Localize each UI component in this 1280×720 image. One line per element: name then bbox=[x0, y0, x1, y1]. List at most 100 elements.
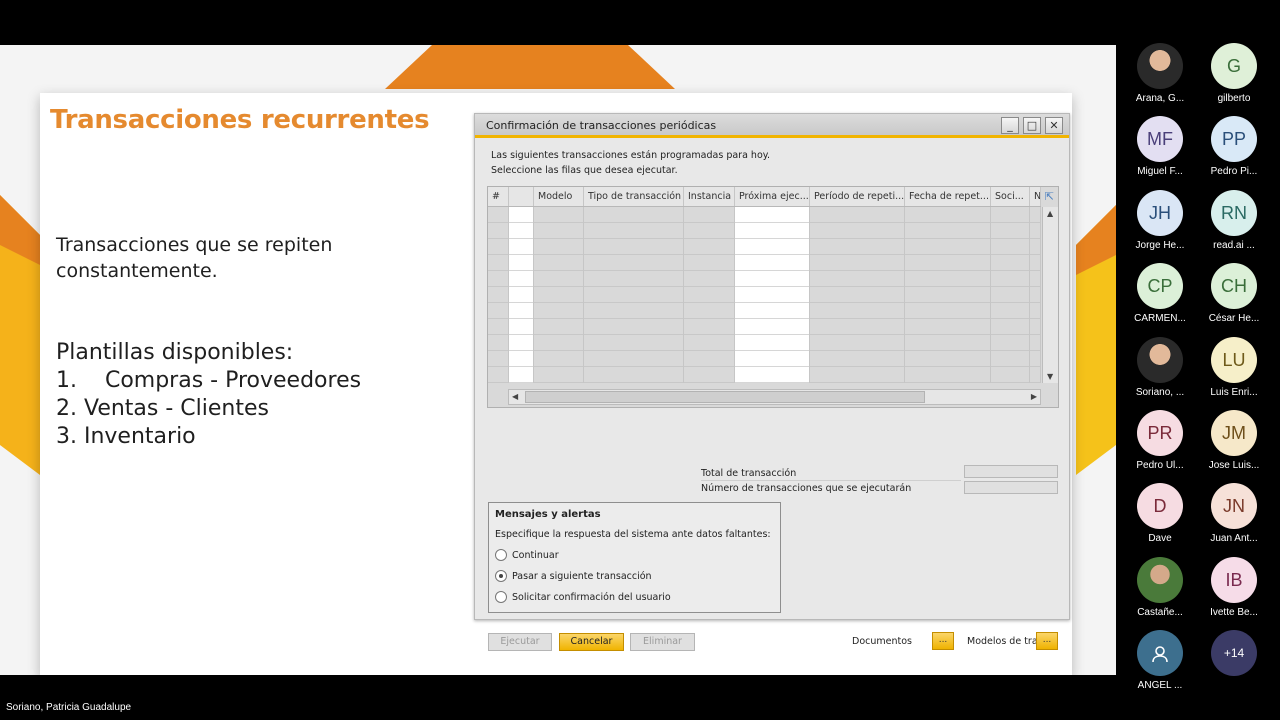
periodic-transactions-dialog: Confirmación de transacciones periódicas… bbox=[474, 113, 1070, 651]
radio-request-confirmation[interactable]: Solicitar confirmación del usuario bbox=[495, 591, 671, 603]
radio-continue[interactable]: Continuar bbox=[495, 549, 559, 561]
scroll-left-icon[interactable]: ◀ bbox=[512, 392, 518, 401]
participant-name: Pedro Pi... bbox=[1210, 166, 1258, 178]
execute-button[interactable]: Ejecutar bbox=[488, 633, 552, 651]
messages-title: Mensajes y alertas bbox=[495, 509, 601, 520]
template-item: 3. Inventario bbox=[56, 424, 196, 449]
participant-tile[interactable]: RN read.ai ... bbox=[1190, 189, 1270, 260]
column-header[interactable]: Soci... bbox=[991, 187, 1030, 206]
close-button[interactable]: ✕ bbox=[1045, 117, 1063, 134]
scroll-up-icon[interactable]: ▲ bbox=[1047, 209, 1053, 218]
participant-tile[interactable]: CH César He... bbox=[1190, 263, 1270, 333]
participant-tile[interactable]: Castañe... bbox=[1116, 556, 1196, 627]
messages-alerts-group: Mensajes y alertas Especifique la respue… bbox=[488, 502, 781, 613]
total-label: Total de transacción bbox=[701, 468, 797, 479]
slide-body-text: Transacciones que se repiten constanteme… bbox=[56, 234, 333, 282]
horizontal-scrollbar[interactable]: ◀ ▶ bbox=[508, 389, 1041, 405]
participant-tile[interactable]: D Dave bbox=[1116, 483, 1196, 553]
participant-tile[interactable]: MF Miguel F... bbox=[1116, 116, 1196, 186]
divider bbox=[701, 480, 961, 481]
scroll-right-icon[interactable]: ▶ bbox=[1031, 392, 1037, 401]
cancel-button[interactable]: Cancelar bbox=[559, 633, 624, 651]
participant-tile[interactable]: +14 bbox=[1190, 630, 1270, 700]
participant-name: Jose Luis... bbox=[1208, 460, 1260, 471]
scroll-down-icon[interactable]: ▼ bbox=[1047, 372, 1053, 381]
messages-subtitle: Especifique la respuesta del sistema ant… bbox=[495, 529, 771, 540]
avatar: LU bbox=[1211, 336, 1257, 383]
radio-icon[interactable] bbox=[495, 549, 507, 561]
avatar: JN bbox=[1211, 483, 1257, 530]
grid-column bbox=[991, 207, 1030, 383]
grid-column bbox=[584, 207, 684, 383]
expand-icon[interactable]: ⇱ bbox=[1045, 190, 1054, 203]
column-header[interactable] bbox=[509, 187, 534, 206]
participant-tile[interactable]: JH Jorge He... bbox=[1116, 189, 1196, 260]
avatar: D bbox=[1137, 483, 1183, 530]
grid-column bbox=[509, 207, 534, 383]
column-header[interactable]: Fecha de repet... bbox=[905, 187, 991, 206]
presenter-name: Soriano, Patricia Guadalupe bbox=[6, 702, 132, 713]
participant-tile[interactable]: IB Ivette Be... bbox=[1190, 556, 1270, 627]
participant-tile[interactable]: CP CARMEN... bbox=[1116, 263, 1196, 333]
grid-column bbox=[534, 207, 584, 383]
column-header[interactable]: Período de repeti... bbox=[810, 187, 905, 206]
participants-panel: Arana, G... Ggilberto MF Miguel F... PP Pedro… bbox=[1116, 0, 1280, 720]
column-header[interactable]: N bbox=[1030, 187, 1041, 206]
info-text: Seleccione las filas que desea ejecutar. bbox=[491, 165, 678, 176]
participant-name: César He... bbox=[1208, 313, 1260, 325]
avatar bbox=[1137, 43, 1183, 89]
dialog-title: Confirmación de transacciones periódicas bbox=[486, 119, 717, 132]
column-header[interactable]: # bbox=[488, 187, 509, 206]
participant-name: Ivette Be... bbox=[1210, 606, 1258, 618]
participant-tile[interactable]: Soriano, ... bbox=[1116, 336, 1196, 407]
grid-column bbox=[735, 207, 810, 383]
avatar: JH bbox=[1137, 189, 1183, 236]
delete-button[interactable]: Eliminar bbox=[630, 633, 695, 651]
total-field bbox=[964, 465, 1058, 478]
avatar: PR bbox=[1137, 410, 1183, 456]
grid-column bbox=[1030, 207, 1041, 383]
avatar: RN bbox=[1211, 189, 1257, 236]
participant-tile[interactable]: JN Juan Ant... bbox=[1190, 483, 1270, 553]
info-text: Las siguientes transacciones están progr… bbox=[491, 150, 771, 161]
avatar: MF bbox=[1137, 116, 1183, 163]
radio-next-transaction[interactable]: Pasar a siguiente transacción bbox=[495, 570, 652, 582]
minimize-button[interactable]: _ bbox=[1001, 117, 1019, 134]
radio-label: Pasar a siguiente transacción bbox=[512, 570, 652, 582]
shared-screen: Transacciones recurrentes Transacciones … bbox=[0, 45, 1116, 675]
avatar: +14 bbox=[1211, 630, 1257, 677]
participant-tile[interactable]: LU Luis Enri... bbox=[1190, 336, 1270, 407]
avatar: PP bbox=[1211, 116, 1257, 163]
avatar bbox=[1137, 556, 1183, 603]
template-item: 1. Compras - Proveedores bbox=[56, 368, 362, 393]
column-header[interactable]: Instancia bbox=[684, 187, 735, 206]
participant-name: gilberto bbox=[1217, 93, 1251, 104]
radio-label: Solicitar confirmación del usuario bbox=[512, 591, 671, 603]
templates-list: Plantillas disponibles: 1. Compras - Pro… bbox=[56, 339, 361, 451]
transactions-grid[interactable]: # Modelo Tipo de transacción Instancia P… bbox=[487, 186, 1059, 408]
radio-icon[interactable] bbox=[495, 591, 507, 603]
scroll-thumb[interactable] bbox=[525, 391, 925, 403]
participant-tile[interactable]: Ggilberto bbox=[1190, 43, 1270, 113]
column-header[interactable]: Tipo de transacción bbox=[584, 187, 684, 206]
grid-column bbox=[684, 207, 735, 383]
dialog-titlebar[interactable]: Confirmación de transacciones periódicas… bbox=[475, 114, 1069, 138]
participant-tile[interactable]: JM Jose Luis... bbox=[1190, 410, 1270, 480]
radio-selected-icon[interactable] bbox=[495, 570, 507, 582]
templates-heading: Plantillas disponibles: bbox=[56, 340, 294, 365]
radio-label: Continuar bbox=[512, 549, 559, 561]
column-header[interactable]: Modelo bbox=[534, 187, 584, 206]
documents-label: Documentos bbox=[852, 636, 912, 647]
models-label: Modelos de tra bbox=[967, 636, 1038, 647]
participant-tile[interactable]: PR Pedro Ul... bbox=[1116, 410, 1196, 480]
grid-body[interactable] bbox=[488, 207, 1041, 383]
participant-tile[interactable]: ANGEL ... bbox=[1116, 630, 1196, 700]
column-header[interactable]: Próxima ejec... bbox=[735, 187, 810, 206]
maximize-button[interactable]: □ bbox=[1023, 117, 1041, 134]
models-button[interactable]: ... bbox=[1036, 632, 1058, 650]
grid-header: # Modelo Tipo de transacción Instancia P… bbox=[488, 187, 1041, 207]
participant-tile[interactable]: PP Pedro Pi... bbox=[1190, 116, 1270, 186]
participant-tile[interactable]: Arana, G... bbox=[1116, 43, 1196, 113]
documents-button[interactable]: ... bbox=[932, 632, 954, 650]
vertical-scrollbar[interactable]: ▲ ▼ bbox=[1042, 207, 1058, 383]
